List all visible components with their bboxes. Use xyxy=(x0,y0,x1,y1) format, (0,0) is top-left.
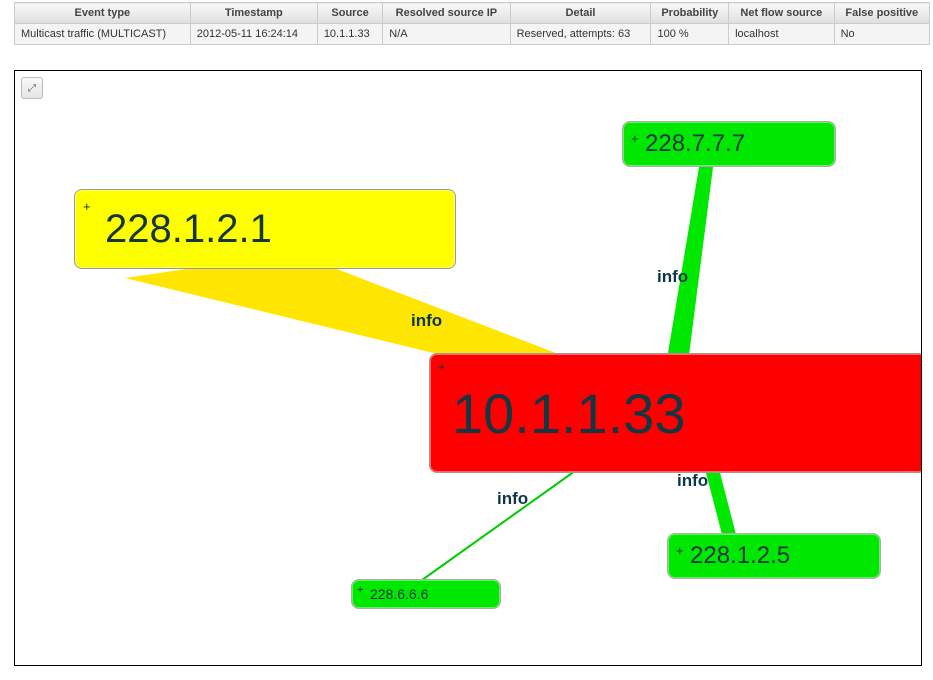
event-table-header-row: Event type Timestamp Source Resolved sou… xyxy=(15,3,930,24)
node-se-label: 228.1.2.5 xyxy=(690,542,790,570)
node-center-label: 10.1.1.33 xyxy=(452,381,686,446)
event-table: Event type Timestamp Source Resolved sou… xyxy=(14,2,930,45)
cell-source: 10.1.1.33 xyxy=(317,24,382,45)
cell-event-type: Multicast traffic (MULTICAST) xyxy=(15,24,191,45)
cell-netflow-source: localhost xyxy=(729,24,835,45)
cell-resolved-ip: N/A xyxy=(383,24,510,45)
col-resolved-ip[interactable]: Resolved source IP xyxy=(383,3,510,24)
node-sw-label: 228.6.6.6 xyxy=(370,586,428,602)
plus-icon: + xyxy=(676,544,684,557)
cell-probability: 100 % xyxy=(651,24,729,45)
col-source[interactable]: Source xyxy=(317,3,382,24)
node-ne[interactable]: + 228.7.7.7 xyxy=(622,121,836,167)
node-ne-label: 228.7.7.7 xyxy=(645,130,745,158)
expand-icon: ⤢ xyxy=(28,83,36,94)
plus-icon: + xyxy=(438,360,446,373)
cell-timestamp: 2012-05-11 16:24:14 xyxy=(190,24,317,45)
node-se[interactable]: + 228.1.2.5 xyxy=(667,533,881,579)
expand-button[interactable]: ⤢ xyxy=(21,77,43,99)
col-timestamp[interactable]: Timestamp xyxy=(190,3,317,24)
col-detail[interactable]: Detail xyxy=(510,3,651,24)
node-center[interactable]: + 10.1.1.33 xyxy=(429,353,922,473)
col-event-type[interactable]: Event type xyxy=(15,3,191,24)
plus-icon: + xyxy=(631,132,639,145)
graph-panel[interactable]: info info info info + 10.1.1.33 + 228.1.… xyxy=(14,70,922,666)
col-false-positive[interactable]: False positive xyxy=(834,3,929,24)
cell-detail: Reserved, attempts: 63 xyxy=(510,24,651,45)
node-sw[interactable]: + 228.6.6.6 xyxy=(351,579,501,609)
edge-sw xyxy=(401,471,575,595)
event-table-row[interactable]: Multicast traffic (MULTICAST) 2012-05-11… xyxy=(15,24,930,45)
node-nw-label: 228.1.2.1 xyxy=(105,207,272,252)
node-nw[interactable]: + 228.1.2.1 xyxy=(74,189,456,269)
plus-icon: + xyxy=(357,585,363,596)
cell-false-positive: No xyxy=(834,24,929,45)
col-netflow-source[interactable]: Net flow source xyxy=(729,3,835,24)
col-probability[interactable]: Probability xyxy=(651,3,729,24)
plus-icon: + xyxy=(83,200,91,213)
edge-ne xyxy=(665,167,713,371)
